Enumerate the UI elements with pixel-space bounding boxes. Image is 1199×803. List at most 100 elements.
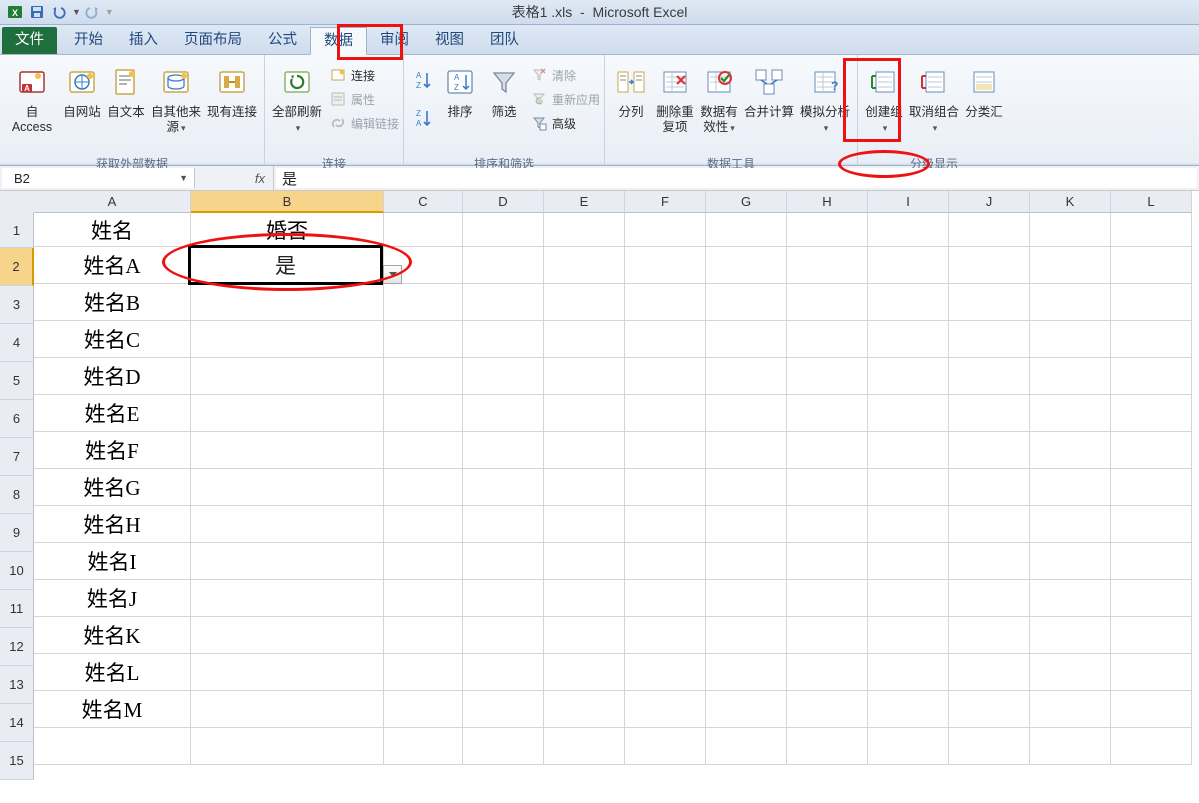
cell[interactable] bbox=[625, 580, 706, 617]
worksheet-grid[interactable]: ABCDEFGHIJKL 123456789101112131415 姓名婚否姓… bbox=[0, 191, 1199, 803]
cell[interactable] bbox=[463, 395, 544, 432]
cell[interactable] bbox=[191, 580, 384, 617]
cell[interactable] bbox=[868, 691, 949, 728]
undo-icon[interactable] bbox=[49, 3, 69, 21]
tab-视图[interactable]: 视图 bbox=[422, 27, 477, 54]
cell[interactable] bbox=[463, 543, 544, 580]
cell[interactable] bbox=[384, 543, 463, 580]
cell[interactable] bbox=[787, 728, 868, 765]
consolidate-button[interactable]: 合并计算 bbox=[741, 61, 797, 153]
cell[interactable] bbox=[787, 543, 868, 580]
cell[interactable] bbox=[949, 395, 1030, 432]
refresh-all-button[interactable]: 全部刷新▾ bbox=[269, 61, 325, 153]
cell[interactable] bbox=[706, 321, 787, 358]
col-header-D[interactable]: D bbox=[463, 191, 544, 213]
cell[interactable] bbox=[1030, 728, 1111, 765]
cell[interactable] bbox=[1111, 654, 1192, 691]
col-header-G[interactable]: G bbox=[706, 191, 787, 213]
cell[interactable]: 姓名H bbox=[34, 506, 191, 543]
cells-area[interactable]: 姓名婚否姓名A姓名B姓名C姓名D姓名E姓名F姓名G姓名H姓名I姓名J姓名K姓名L… bbox=[34, 213, 1192, 765]
cell[interactable] bbox=[706, 284, 787, 321]
sort-button[interactable]: AZ 排序 bbox=[438, 61, 482, 153]
cell[interactable] bbox=[544, 469, 625, 506]
cell[interactable] bbox=[625, 543, 706, 580]
cell[interactable] bbox=[706, 728, 787, 765]
cell[interactable] bbox=[384, 617, 463, 654]
from-web-button[interactable]: 自网站 bbox=[60, 61, 104, 153]
cell[interactable] bbox=[625, 617, 706, 654]
cell[interactable] bbox=[384, 506, 463, 543]
cell[interactable]: 姓名J bbox=[34, 580, 191, 617]
row-header[interactable]: 13 bbox=[0, 666, 34, 704]
cell[interactable] bbox=[949, 691, 1030, 728]
cell[interactable] bbox=[949, 506, 1030, 543]
cell[interactable]: 姓名 bbox=[34, 213, 191, 247]
cell[interactable] bbox=[1030, 580, 1111, 617]
cell[interactable] bbox=[868, 395, 949, 432]
tab-file[interactable]: 文件 bbox=[2, 27, 57, 54]
cell[interactable] bbox=[544, 543, 625, 580]
cell[interactable] bbox=[463, 213, 544, 247]
cell[interactable] bbox=[384, 469, 463, 506]
cell[interactable] bbox=[34, 728, 191, 765]
cell[interactable] bbox=[706, 395, 787, 432]
cell[interactable] bbox=[706, 213, 787, 247]
cell[interactable] bbox=[191, 469, 384, 506]
cell[interactable] bbox=[625, 432, 706, 469]
cell[interactable] bbox=[463, 728, 544, 765]
cell[interactable] bbox=[949, 469, 1030, 506]
cell[interactable] bbox=[191, 617, 384, 654]
from-access-button[interactable]: A 自 Access bbox=[4, 61, 60, 153]
cell[interactable] bbox=[1111, 358, 1192, 395]
cell[interactable] bbox=[949, 321, 1030, 358]
cell[interactable] bbox=[1030, 691, 1111, 728]
col-header-B[interactable]: B bbox=[191, 191, 384, 213]
excel-icon[interactable]: X bbox=[5, 3, 25, 21]
cell[interactable] bbox=[787, 506, 868, 543]
row-header[interactable]: 12 bbox=[0, 628, 34, 666]
cell[interactable] bbox=[191, 432, 384, 469]
cell[interactable] bbox=[544, 654, 625, 691]
cell[interactable] bbox=[544, 213, 625, 247]
remove-duplicates-button[interactable]: 删除重复项 bbox=[653, 61, 697, 153]
cell[interactable] bbox=[544, 284, 625, 321]
cell[interactable] bbox=[868, 469, 949, 506]
cell[interactable] bbox=[544, 506, 625, 543]
cell[interactable] bbox=[384, 580, 463, 617]
cell[interactable] bbox=[787, 395, 868, 432]
cell[interactable] bbox=[706, 432, 787, 469]
cell[interactable] bbox=[625, 395, 706, 432]
cell[interactable] bbox=[191, 247, 384, 284]
cell[interactable] bbox=[787, 358, 868, 395]
cell[interactable] bbox=[544, 691, 625, 728]
tab-数据[interactable]: 数据 bbox=[310, 27, 367, 55]
cell[interactable] bbox=[1030, 213, 1111, 247]
save-icon[interactable] bbox=[27, 3, 47, 21]
row-headers[interactable]: 123456789101112131415 bbox=[0, 213, 34, 780]
cell[interactable] bbox=[1111, 580, 1192, 617]
cell[interactable]: 姓名A bbox=[34, 247, 191, 284]
cell[interactable] bbox=[544, 580, 625, 617]
namebox-dropdown-icon[interactable]: ▼ bbox=[179, 173, 188, 183]
cell[interactable]: 姓名F bbox=[34, 432, 191, 469]
cell[interactable]: 姓名M bbox=[34, 691, 191, 728]
cell[interactable] bbox=[191, 691, 384, 728]
cell[interactable] bbox=[1111, 617, 1192, 654]
ungroup-button[interactable]: 取消组合▾ bbox=[906, 61, 962, 153]
cell[interactable] bbox=[625, 321, 706, 358]
cell[interactable]: 姓名E bbox=[34, 395, 191, 432]
cell[interactable] bbox=[949, 617, 1030, 654]
cell[interactable] bbox=[463, 358, 544, 395]
cell[interactable] bbox=[1111, 321, 1192, 358]
cell[interactable] bbox=[191, 395, 384, 432]
cell[interactable] bbox=[1111, 213, 1192, 247]
cell[interactable] bbox=[463, 506, 544, 543]
cell[interactable] bbox=[949, 358, 1030, 395]
cell[interactable]: 姓名K bbox=[34, 617, 191, 654]
cell[interactable] bbox=[1111, 284, 1192, 321]
cell[interactable] bbox=[384, 284, 463, 321]
cell[interactable]: 姓名I bbox=[34, 543, 191, 580]
row-header[interactable]: 4 bbox=[0, 324, 34, 362]
cell[interactable] bbox=[1111, 728, 1192, 765]
cell[interactable]: 婚否 bbox=[191, 213, 384, 247]
